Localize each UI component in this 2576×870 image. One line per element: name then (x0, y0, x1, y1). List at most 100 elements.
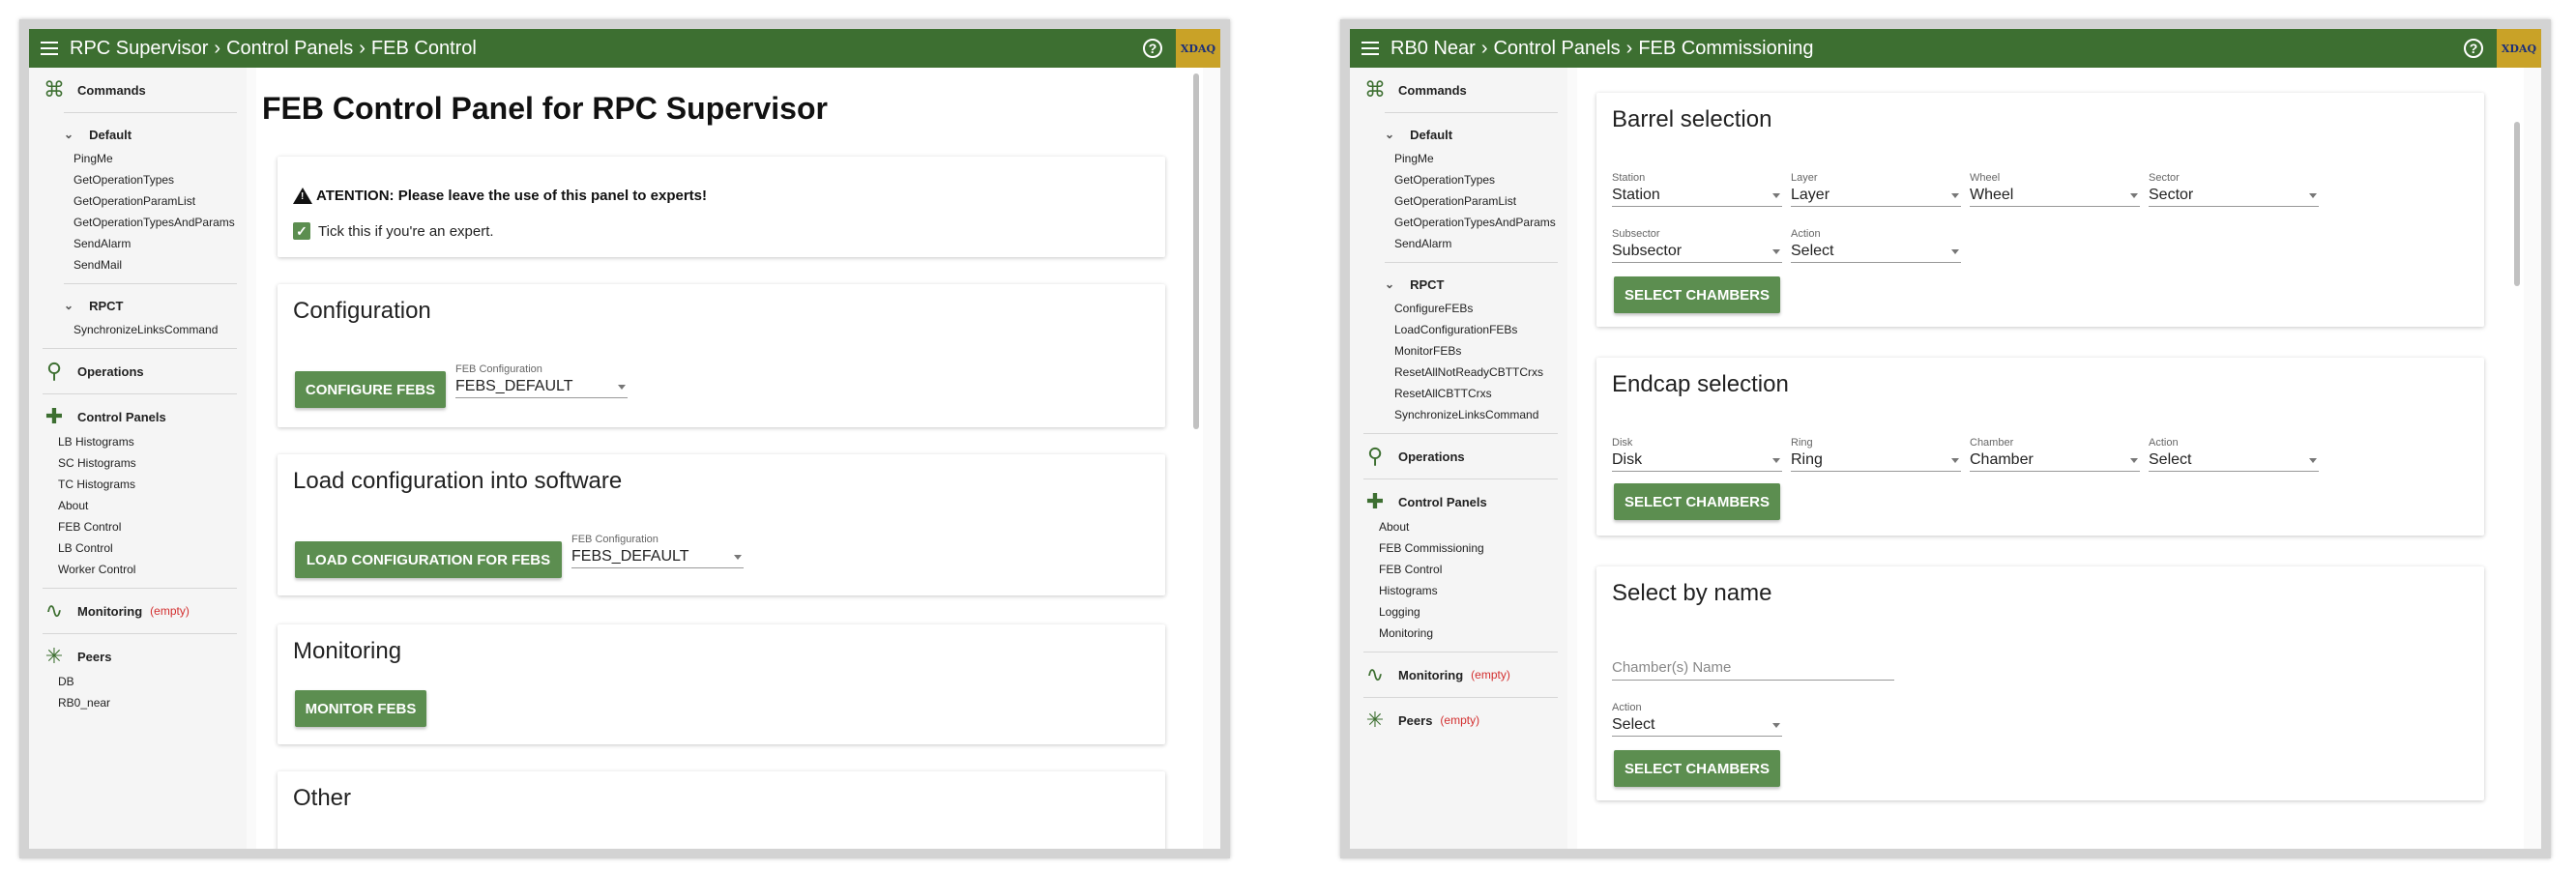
load-configuration-button[interactable]: LOAD CONFIGURATION FOR FEBS (295, 541, 562, 578)
feb-configuration-select[interactable]: FEB Configuration FEBS_DEFAULT (455, 363, 628, 398)
sidebar-item-getoperationparamlist[interactable]: GetOperationParamList (29, 190, 247, 212)
sidebar-item-pingme[interactable]: PingMe (29, 148, 247, 169)
hamburger-menu-icon[interactable] (1361, 42, 1379, 55)
sidebar-section-operations[interactable]: ⚲ Operations (1350, 442, 1567, 471)
field-value[interactable]: Select (2149, 450, 2319, 472)
field-label: Disk (1612, 437, 1633, 449)
breadcrumb-item[interactable]: Control Panels (1493, 38, 1620, 60)
action-select[interactable]: Action Select (1791, 228, 1961, 263)
sidebar-item-configurefebs[interactable]: ConfigureFEBs (1350, 298, 1567, 319)
puzzle-icon: ✚ (44, 404, 64, 428)
chamber-name-input[interactable]: Chamber(s) Name (1612, 657, 1894, 681)
field-value[interactable]: Select (1612, 715, 1782, 737)
sidebar-section-peers[interactable]: ✳ Peers (29, 642, 247, 671)
attention-message: ! ATENTION: Please leave the use of this… (293, 188, 707, 204)
field-value[interactable]: Ring (1791, 450, 1961, 472)
sidebar-section-monitoring[interactable]: ∿ Monitoring (empty) (29, 596, 247, 625)
select-chambers-button[interactable]: SELECT CHAMBERS (1614, 276, 1780, 313)
sidebar-item-db[interactable]: DB (29, 671, 247, 692)
action-select[interactable]: Action Select (1612, 702, 1782, 737)
sidebar-item-monitoring[interactable]: Monitoring (1350, 623, 1567, 644)
disk-select[interactable]: Disk Disk (1612, 437, 1782, 472)
subsector-select[interactable]: Subsector Subsector (1612, 228, 1782, 263)
wheel-select[interactable]: Wheel Wheel (1970, 172, 2140, 207)
sidebar-section-commands[interactable]: ⌘ Commands (29, 75, 247, 104)
action-select[interactable]: Action Select (2149, 437, 2319, 472)
dropdown-arrow-icon (1772, 458, 1780, 463)
sidebar-section-peers[interactable]: ✳ Peers (empty) (1350, 706, 1567, 735)
field-value[interactable]: Sector (2149, 186, 2319, 207)
sidebar-group-default[interactable]: ⌄ Default (1350, 121, 1567, 148)
sidebar-item-rb0-near[interactable]: RB0_near (29, 692, 247, 713)
ring-select[interactable]: Ring Ring (1791, 437, 1961, 472)
breadcrumb-item[interactable]: RPC Supervisor (70, 38, 208, 60)
sidebar-item-histograms[interactable]: Histograms (1350, 580, 1567, 601)
sidebar-group-rpct[interactable]: ⌄ RPCT (29, 292, 247, 319)
sidebar-section-commands[interactable]: ⌘ Commands (1350, 75, 1567, 104)
sidebar-section-control-panels[interactable]: ✚ Control Panels (1350, 487, 1567, 516)
station-select[interactable]: Station Station (1612, 172, 1782, 207)
sidebar-group-default[interactable]: ⌄ Default (29, 121, 247, 148)
breadcrumb-item[interactable]: RB0 Near (1390, 38, 1476, 60)
expert-checkbox-label[interactable]: Tick this if you're an expert. (318, 223, 494, 240)
expert-checkbox[interactable]: ✓ (293, 222, 310, 240)
sidebar-section-operations[interactable]: ⚲ Operations (29, 357, 247, 386)
monitor-febs-button[interactable]: MONITOR FEBS (295, 690, 426, 727)
hamburger-menu-icon[interactable] (41, 42, 58, 55)
sidebar-item-loadconfigurationfebs[interactable]: LoadConfigurationFEBs (1350, 319, 1567, 340)
sidebar-item-sendalarm[interactable]: SendAlarm (29, 233, 247, 254)
sidebar-item-tc-histograms[interactable]: TC Histograms (29, 474, 247, 495)
field-value[interactable]: Disk (1612, 450, 1782, 472)
sidebar-item-sendmail[interactable]: SendMail (29, 254, 247, 276)
sidebar-section-monitoring[interactable]: ∿ Monitoring (empty) (1350, 660, 1567, 689)
field-value[interactable]: Subsector (1612, 242, 1782, 263)
flow-icon: ⚲ (45, 359, 63, 383)
layer-select[interactable]: Layer Layer (1791, 172, 1961, 207)
sidebar-item-getoperationtypes[interactable]: GetOperationTypes (29, 169, 247, 190)
breadcrumb: RB0 Near › Control Panels › FEB Commissi… (1390, 38, 1814, 60)
sidebar-item-about[interactable]: About (1350, 516, 1567, 537)
sidebar-item-getoperationtypesandparams[interactable]: GetOperationTypesAndParams (1350, 212, 1567, 233)
sidebar-item-monitorfebs[interactable]: MonitorFEBs (1350, 340, 1567, 362)
select-chambers-button[interactable]: SELECT CHAMBERS (1614, 483, 1780, 520)
sidebar-item-about[interactable]: About (29, 495, 247, 516)
chamber-select[interactable]: Chamber Chamber (1970, 437, 2140, 472)
breadcrumb-item[interactable]: Control Panels (226, 38, 353, 60)
sidebar-item-sc-histograms[interactable]: SC Histograms (29, 452, 247, 474)
feb-configuration-select[interactable]: FEB Configuration FEBS_DEFAULT (571, 534, 744, 568)
divider (1363, 478, 1558, 479)
sidebar-item-resetallnotreadycbttcrxs[interactable]: ResetAllNotReadyCBTTCrxs (1350, 362, 1567, 383)
sidebar-item-resetallcbttcrxs[interactable]: ResetAllCBTTCrxs (1350, 383, 1567, 404)
sidebar-group-rpct[interactable]: ⌄ RPCT (1350, 271, 1567, 298)
field-value[interactable]: FEBS_DEFAULT (455, 377, 628, 398)
sidebar-item-synchronizelinkscommand[interactable]: SynchronizeLinksCommand (1350, 404, 1567, 425)
configure-febs-button[interactable]: CONFIGURE FEBS (295, 371, 446, 408)
select-chambers-button[interactable]: SELECT CHAMBERS (1614, 750, 1780, 787)
scrollbar-thumb[interactable] (2514, 122, 2520, 286)
field-value[interactable]: Wheel (1970, 186, 2140, 207)
sidebar-item-lb-histograms[interactable]: LB Histograms (29, 431, 247, 452)
field-value[interactable]: FEBS_DEFAULT (571, 547, 744, 568)
sidebar-section-label: Peers (77, 649, 112, 664)
sidebar-item-getoperationparamlist[interactable]: GetOperationParamList (1350, 190, 1567, 212)
scrollbar-thumb[interactable] (1193, 73, 1199, 429)
field-value[interactable]: Select (1791, 242, 1961, 263)
sidebar-item-synchronizelinkscommand[interactable]: SynchronizeLinksCommand (29, 319, 247, 340)
help-icon[interactable]: ? (2464, 39, 2483, 58)
sidebar-item-logging[interactable]: Logging (1350, 601, 1567, 623)
sidebar-section-control-panels[interactable]: ✚ Control Panels (29, 402, 247, 431)
sidebar-item-sendalarm[interactable]: SendAlarm (1350, 233, 1567, 254)
sidebar-item-worker-control[interactable]: Worker Control (29, 559, 247, 580)
sidebar-item-lb-control[interactable]: LB Control (29, 537, 247, 559)
sector-select[interactable]: Sector Sector (2149, 172, 2319, 207)
sidebar-item-feb-control[interactable]: FEB Control (1350, 559, 1567, 580)
sidebar-item-getoperationtypesandparams[interactable]: GetOperationTypesAndParams (29, 212, 247, 233)
sidebar-item-feb-commissioning[interactable]: FEB Commissioning (1350, 537, 1567, 559)
field-value[interactable]: Layer (1791, 186, 1961, 207)
help-icon[interactable]: ? (1143, 39, 1162, 58)
sidebar-item-pingme[interactable]: PingMe (1350, 148, 1567, 169)
field-value[interactable]: Station (1612, 186, 1782, 207)
field-value[interactable]: Chamber (1970, 450, 2140, 472)
sidebar-item-feb-control[interactable]: FEB Control (29, 516, 247, 537)
sidebar-item-getoperationtypes[interactable]: GetOperationTypes (1350, 169, 1567, 190)
